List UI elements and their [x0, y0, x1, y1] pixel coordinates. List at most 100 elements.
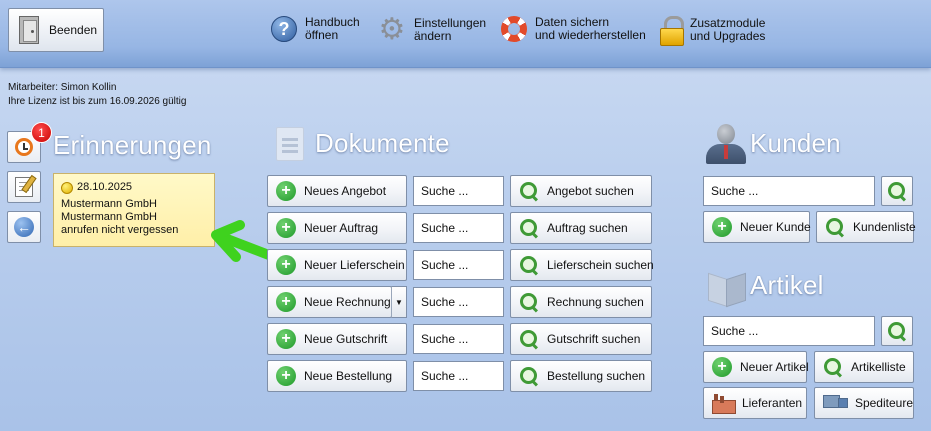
suppliers-button[interactable]: Lieferanten	[703, 387, 807, 419]
article-search-input[interactable]	[703, 316, 875, 346]
suppliers-label: Lieferanten	[742, 396, 803, 410]
reminders-title: Erinnerungen	[53, 130, 212, 160]
forwarders-label: Spediteure	[854, 396, 913, 410]
lifebuoy-icon	[501, 16, 527, 42]
plus-icon: +	[712, 217, 732, 237]
search-icon	[519, 218, 539, 238]
new-invoice-dropdown-button[interactable]: ▼	[391, 286, 407, 318]
search-icon	[825, 217, 845, 237]
reminder-date-row: 28.10.2025	[61, 181, 207, 194]
search-icon	[887, 321, 907, 341]
person-icon	[706, 124, 746, 164]
alarm-clock-icon	[15, 138, 33, 156]
exit-button[interactable]: Beenden	[8, 8, 104, 52]
open-manual-button[interactable]: ? Handbuch öffnen	[271, 16, 360, 42]
search-icon	[519, 329, 539, 349]
addons-label: Zusatzmodule und Upgrades	[690, 16, 766, 43]
purchase-order-search-input[interactable]	[413, 361, 504, 391]
new-delivery-note-button[interactable]: + Neuer Lieferschein	[267, 249, 407, 281]
reminder-line: Mustermann GmbH	[61, 198, 157, 210]
reminder-dot-icon	[61, 181, 73, 194]
new-credit-note-button[interactable]: + Neue Gutschrift	[267, 323, 407, 355]
new-note-button[interactable]	[7, 171, 41, 203]
new-offer-button[interactable]: + Neues Angebot	[267, 175, 407, 207]
credit-note-search-label: Gutschrift suchen	[547, 332, 641, 346]
invoice-search-button[interactable]: Rechnung suchen	[510, 286, 652, 318]
invoice-search-label: Rechnung suchen	[547, 295, 644, 309]
gear-icon: ⚙	[378, 13, 406, 46]
delivery-note-search-label: Lieferschein suchen	[547, 258, 654, 272]
order-search-button[interactable]: Auftrag suchen	[510, 212, 652, 244]
new-article-button[interactable]: + Neuer Artikel	[703, 351, 809, 383]
delivery-note-search-button[interactable]: Lieferschein suchen	[510, 249, 654, 281]
plus-icon: +	[276, 329, 296, 349]
credit-note-search-input[interactable]	[413, 324, 504, 354]
search-icon	[519, 366, 539, 386]
exit-button-label: Beenden	[49, 23, 98, 37]
reminder-date: 28.10.2025	[77, 181, 133, 193]
new-invoice-label: Neue Rechnung	[304, 295, 391, 309]
forwarders-button[interactable]: Spediteure	[814, 387, 914, 419]
purchase-order-search-label: Bestellung suchen	[547, 369, 646, 383]
plus-icon: +	[276, 292, 296, 312]
plus-icon: +	[276, 366, 296, 386]
purchase-order-search-button[interactable]: Bestellung suchen	[510, 360, 652, 392]
new-customer-button[interactable]: + Neuer Kunde	[703, 211, 811, 243]
customer-list-button[interactable]: Kundenliste	[816, 211, 916, 243]
offer-search-input[interactable]	[413, 176, 504, 206]
invoice-search-input[interactable]	[413, 287, 504, 317]
document-icon	[276, 127, 304, 161]
top-toolbar: Beenden ? Handbuch öffnen ⚙ Einstellungen…	[0, 0, 931, 68]
settings-label: Einstellungen ändern	[414, 16, 487, 43]
customer-person-icon	[706, 124, 746, 164]
help-icon: ?	[271, 16, 297, 42]
reminder-note[interactable]: 28.10.2025 Mustermann GmbH Mustermann Gm…	[53, 173, 215, 247]
customer-search-button[interactable]	[881, 176, 913, 206]
new-purchase-order-button[interactable]: + Neue Bestellung	[267, 360, 407, 392]
offer-search-button[interactable]: Angebot suchen	[510, 175, 652, 207]
new-credit-note-label: Neue Gutschrift	[304, 332, 388, 346]
plus-icon: +	[276, 218, 296, 238]
backup-button[interactable]: Daten sichern und wiederherstellen	[501, 16, 646, 42]
note-edit-icon	[15, 177, 33, 197]
order-search-input[interactable]	[413, 213, 504, 243]
plus-icon: +	[276, 181, 296, 201]
search-icon	[519, 292, 539, 312]
box-icon	[706, 266, 746, 306]
delivery-note-search-input[interactable]	[413, 250, 504, 280]
reminder-count-badge: 1	[31, 122, 52, 143]
article-list-button[interactable]: Artikelliste	[814, 351, 914, 383]
license-info: Mitarbeiter: Simon Kollin Ihre Lizenz is…	[8, 81, 186, 109]
reminder-line: anrufen nicht vergessen	[61, 224, 179, 236]
search-icon	[887, 181, 907, 201]
customer-list-label: Kundenliste	[853, 220, 916, 234]
reminder-line: Mustermann GmbH	[61, 211, 157, 223]
search-icon	[823, 357, 843, 377]
door-icon	[19, 16, 39, 44]
new-order-button[interactable]: + Neuer Auftrag	[267, 212, 407, 244]
new-invoice-button[interactable]: + Neue Rechnung	[267, 286, 392, 318]
article-search-button[interactable]	[881, 316, 913, 346]
employee-text: Mitarbeiter: Simon Kollin	[8, 82, 117, 93]
search-icon	[519, 181, 539, 201]
order-search-label: Auftrag suchen	[547, 221, 628, 235]
plus-icon: +	[276, 255, 296, 275]
back-arrow-icon: ←	[14, 217, 34, 237]
settings-button[interactable]: ⚙ Einstellungen ändern	[378, 13, 487, 46]
backup-label: Daten sichern und wiederherstellen	[535, 15, 646, 42]
article-box-icon-wrap	[706, 266, 746, 306]
back-button[interactable]: ←	[7, 211, 41, 243]
chevron-down-icon: ▼	[395, 297, 403, 307]
addons-button[interactable]: Zusatzmodule und Upgrades	[660, 16, 766, 46]
search-icon	[519, 255, 539, 275]
new-delivery-note-label: Neuer Lieferschein	[304, 258, 405, 272]
documents-title: Dokumente	[315, 128, 450, 158]
new-order-label: Neuer Auftrag	[304, 221, 379, 235]
plus-icon: +	[712, 357, 732, 377]
new-article-label: Neuer Artikel	[740, 360, 809, 374]
customer-search-input[interactable]	[703, 176, 875, 206]
article-list-label: Artikelliste	[851, 360, 906, 374]
credit-note-search-button[interactable]: Gutschrift suchen	[510, 323, 652, 355]
customers-title: Kunden	[750, 128, 841, 158]
truck-icon	[823, 395, 848, 411]
